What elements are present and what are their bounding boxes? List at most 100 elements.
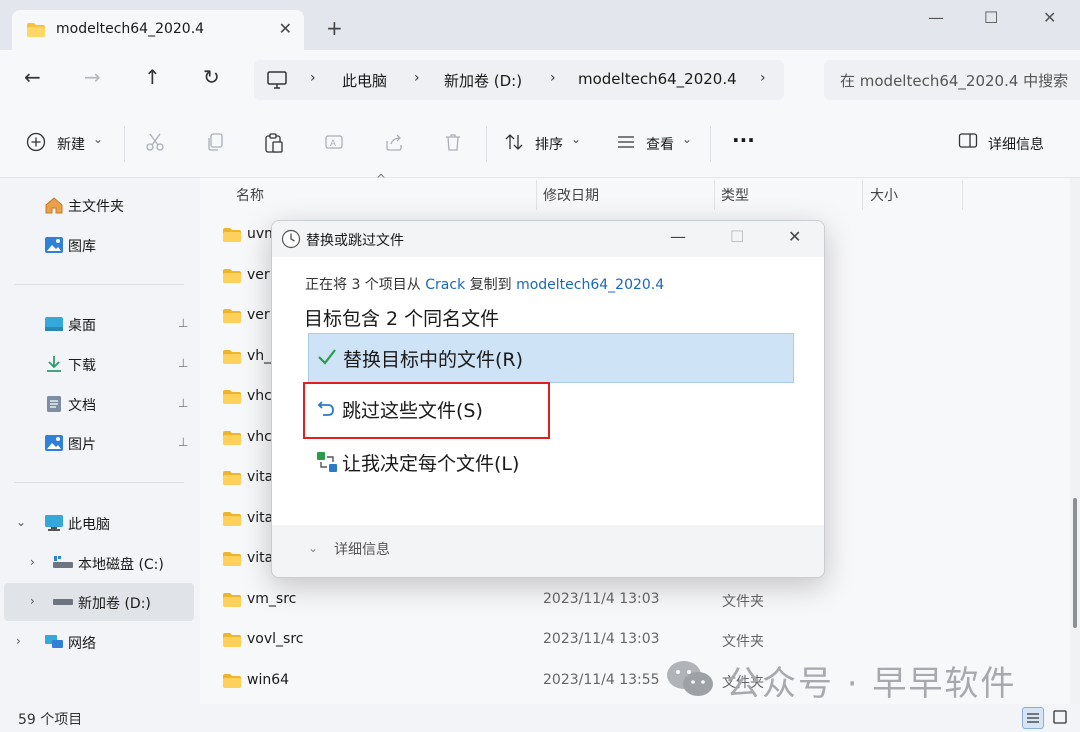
cut-icon[interactable] [145, 132, 165, 156]
drive-c-icon [52, 554, 74, 574]
column-divider[interactable] [962, 180, 963, 210]
more-details-button[interactable]: 详细信息 [334, 539, 390, 559]
tab-modeltech[interactable]: modeltech64_2020.4 ✕ [12, 10, 304, 50]
minimize-button[interactable]: — [928, 8, 944, 27]
details-pane-icon [958, 132, 978, 154]
file-name: vm_src [247, 590, 297, 607]
desktop-icon [44, 315, 64, 337]
replace-files-option[interactable]: 替换目标中的文件(R) [308, 333, 794, 383]
refresh-icon[interactable]: ↻ [203, 67, 220, 87]
more-options-button[interactable]: ··· [732, 128, 755, 152]
file-type: 文件夹 [722, 634, 764, 650]
tab-title: modeltech64_2020.4 [56, 21, 205, 37]
sidebar-item-downloads[interactable]: 下载 ⊥ [4, 345, 194, 383]
breadcrumb-this-pc[interactable]: 此电脑 [342, 70, 387, 91]
sidebar-item-label: 主文件夹 [68, 199, 124, 215]
file-row[interactable]: vm_src 2023/11/4 13:03 文件夹 [214, 580, 1054, 620]
file-name: vhc [247, 388, 272, 404]
folder-icon [222, 511, 242, 531]
sidebar-item-pictures[interactable]: 图片 ⊥ [4, 424, 194, 462]
title-bar: modeltech64_2020.4 ✕ + — ☐ ✕ [0, 0, 1080, 50]
dialog-title-bar[interactable]: 替换或跳过文件 — ☐ ✕ [272, 221, 824, 257]
sidebar-item-documents[interactable]: 文档 ⊥ [4, 385, 194, 423]
column-header-name[interactable]: 名称 [236, 185, 264, 205]
source-folder-link[interactable]: Crack [425, 277, 465, 293]
destination-folder-link[interactable]: modeltech64_2020.4 [516, 277, 664, 293]
scrollbar-thumb[interactable] [1073, 498, 1077, 628]
dialog-maximize-button: ☐ [730, 227, 745, 246]
copy-icon[interactable] [205, 132, 225, 156]
folder-icon [222, 430, 242, 450]
tiles-view-button[interactable] [1050, 707, 1072, 729]
dialog-body: 正在将 3 个项目从 Crack 复制到 modeltech64_2020.4 … [272, 257, 824, 525]
dialog-heading: 目标包含 2 个同名文件 [304, 308, 500, 330]
search-input[interactable]: 在 modeltech64_2020.4 中搜索 [824, 60, 1080, 100]
chevron-down-icon[interactable]: ⌄ [308, 541, 318, 555]
breadcrumb-separator: › [414, 70, 420, 86]
sort-button[interactable]: 排序 [535, 134, 563, 154]
chevron-right-icon[interactable]: › [16, 634, 21, 648]
folder-icon [222, 349, 242, 369]
pin-icon[interactable]: ⊥ [178, 316, 188, 330]
breadcrumb-drive-d[interactable]: 新加卷 (D:) [444, 70, 522, 91]
up-arrow-icon[interactable]: ↑ [144, 67, 161, 87]
sidebar-item-drive-c[interactable]: › 本地磁盘 (C:) [4, 544, 194, 582]
forward-arrow-icon[interactable]: → [84, 67, 101, 87]
new-tab-button[interactable]: + [326, 18, 343, 38]
pin-icon[interactable]: ⊥ [178, 396, 188, 410]
new-button[interactable]: 新建 [57, 134, 85, 154]
file-name: vita [247, 509, 274, 526]
close-window-button[interactable]: ✕ [1043, 8, 1056, 27]
file-name: vita [247, 469, 274, 485]
rename-icon[interactable]: A [324, 132, 344, 156]
toolbar-divider [710, 126, 711, 162]
svg-text:A: A [330, 138, 336, 148]
chevron-down-icon: ⌄ [571, 132, 582, 146]
share-icon[interactable] [384, 132, 404, 156]
column-header-size[interactable]: 大小 [870, 185, 898, 205]
delete-icon[interactable] [443, 132, 463, 156]
details-button[interactable]: 详细信息 [988, 134, 1044, 154]
decide-each-option[interactable]: 让我决定每个文件(L) [308, 438, 794, 488]
column-header-type[interactable]: 类型 [721, 185, 749, 205]
details-view-button[interactable] [1022, 707, 1044, 729]
sidebar-item-drive-d[interactable]: › 新加卷 (D:) [4, 583, 194, 621]
chevron-right-icon[interactable]: › [30, 594, 35, 608]
sidebar-item-label: 文档 [68, 398, 96, 414]
dialog-minimize-button[interactable]: — [670, 227, 686, 246]
pictures-icon [44, 434, 64, 456]
back-arrow-icon[interactable]: ← [24, 67, 41, 87]
column-divider[interactable] [714, 180, 715, 210]
scrollbar[interactable] [1070, 178, 1080, 704]
chevron-right-icon[interactable]: › [30, 555, 35, 569]
dialog-footer: ⌄ 详细信息 [272, 525, 824, 577]
file-name: vita [247, 550, 274, 566]
command-bar: 新建 ⌄ A 排序 ⌄ 查看 ⌄ ··· 详细信息 [0, 110, 1080, 178]
tab-close-icon[interactable]: ✕ [279, 19, 292, 38]
status-bar: 59 个项目 [0, 704, 1080, 732]
column-header-modified[interactable]: 修改日期 [543, 185, 599, 205]
view-icon [616, 132, 636, 156]
sidebar-item-home[interactable]: 主文件夹 [4, 186, 194, 224]
folder-icon [222, 592, 242, 612]
breadcrumb-separator[interactable]: › [760, 70, 766, 86]
breadcrumb-modeltech[interactable]: modeltech64_2020.4 [578, 70, 737, 88]
sidebar-item-this-pc[interactable]: ⌄ 此电脑 [4, 504, 194, 542]
column-divider[interactable] [536, 180, 537, 210]
watermark: 公众号 · 早早软件 [664, 652, 1044, 704]
folder-icon [222, 308, 242, 328]
paste-icon[interactable] [264, 132, 284, 158]
chevron-down-icon[interactable]: ⌄ [16, 515, 26, 529]
address-bar[interactable]: › 此电脑 › 新加卷 (D:) › modeltech64_2020.4 › [254, 60, 784, 100]
maximize-button[interactable]: ☐ [984, 8, 998, 27]
view-button[interactable]: 查看 [646, 134, 674, 154]
pin-icon[interactable]: ⊥ [178, 435, 188, 449]
sidebar-item-desktop[interactable]: 桌面 ⊥ [4, 305, 194, 343]
sidebar-item-gallery[interactable]: 图库 [4, 226, 194, 264]
dialog-close-button[interactable]: ✕ [788, 227, 801, 246]
file-modified-date: 2023/11/4 13:03 [543, 590, 660, 607]
sidebar-item-network[interactable]: › 网络 [4, 623, 194, 661]
file-name: ver [247, 307, 270, 323]
column-divider[interactable] [862, 180, 863, 210]
pin-icon[interactable]: ⊥ [178, 356, 188, 370]
